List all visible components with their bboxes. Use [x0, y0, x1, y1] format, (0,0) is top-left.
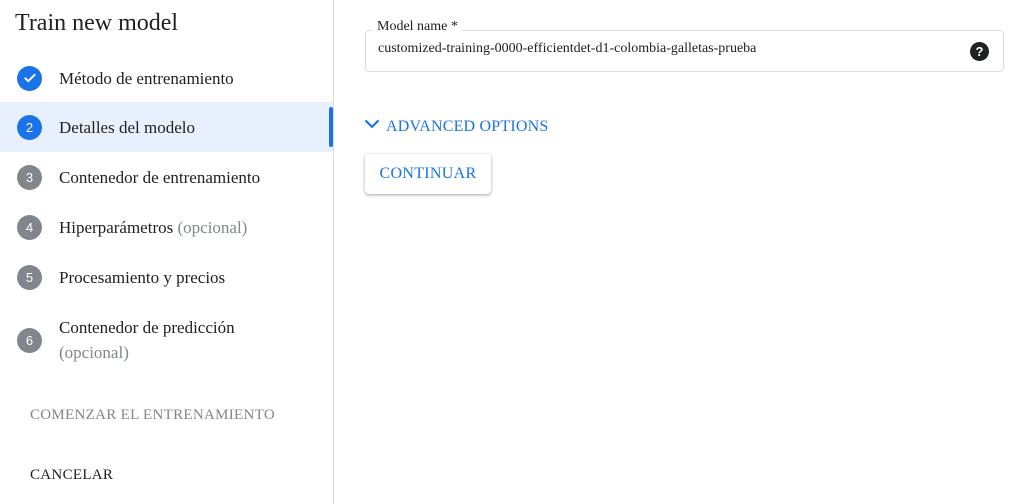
start-training-button[interactable]: COMENZAR EL ENTRENAMIENTO — [30, 407, 275, 424]
model-name-field: Model name * ? — [365, 19, 1004, 72]
advanced-options-toggle[interactable]: ADVANCED OPTIONS — [362, 114, 548, 139]
check-icon — [17, 65, 42, 91]
step-label: Procesamiento y precios — [59, 267, 226, 287]
advanced-options-label: ADVANCED OPTIONS — [386, 117, 549, 135]
optional-tag: (opcional) — [177, 217, 248, 237]
step-number: 4 — [17, 214, 42, 240]
step-hyperparameters[interactable]: 4 Hiperparámetros (opcional) — [0, 202, 333, 252]
page-title: Train new model — [15, 10, 179, 36]
step-label: Contenedor de entrenamiento — [59, 167, 261, 187]
page: Train new model Método de entrenamiento … — [0, 0, 1025, 504]
step-training-method[interactable]: Método de entrenamiento — [0, 53, 333, 103]
step-label: Contenedor de predicción (opcional) — [59, 318, 235, 362]
step-number: 5 — [17, 264, 42, 290]
step-label: Método de entrenamiento — [59, 68, 234, 88]
step-label: Hiperparámetros (opcional) — [59, 217, 248, 237]
model-name-label: Model name * — [373, 19, 462, 35]
step-training-container[interactable]: 3 Contenedor de entrenamiento — [0, 152, 333, 202]
help-icon[interactable]: ? — [970, 42, 989, 61]
step-prediction-container[interactable]: 6 Contenedor de predicción (opcional) — [0, 312, 333, 368]
step-number: 6 — [17, 327, 42, 353]
step-number: 2 — [17, 114, 42, 140]
continue-button[interactable]: CONTINUAR — [365, 154, 491, 194]
sidebar: Train new model Método de entrenamiento … — [0, 0, 334, 504]
cancel-button[interactable]: CANCELAR — [30, 467, 113, 484]
model-name-input[interactable] — [378, 41, 963, 57]
step-model-details[interactable]: 2 Detalles del modelo — [0, 102, 333, 152]
optional-tag: (opcional) — [59, 343, 129, 362]
step-label: Detalles del modelo — [59, 117, 195, 137]
chevron-down-icon — [362, 114, 382, 139]
step-number: 3 — [17, 164, 42, 190]
step-compute-pricing[interactable]: 5 Procesamiento y precios — [0, 252, 333, 302]
